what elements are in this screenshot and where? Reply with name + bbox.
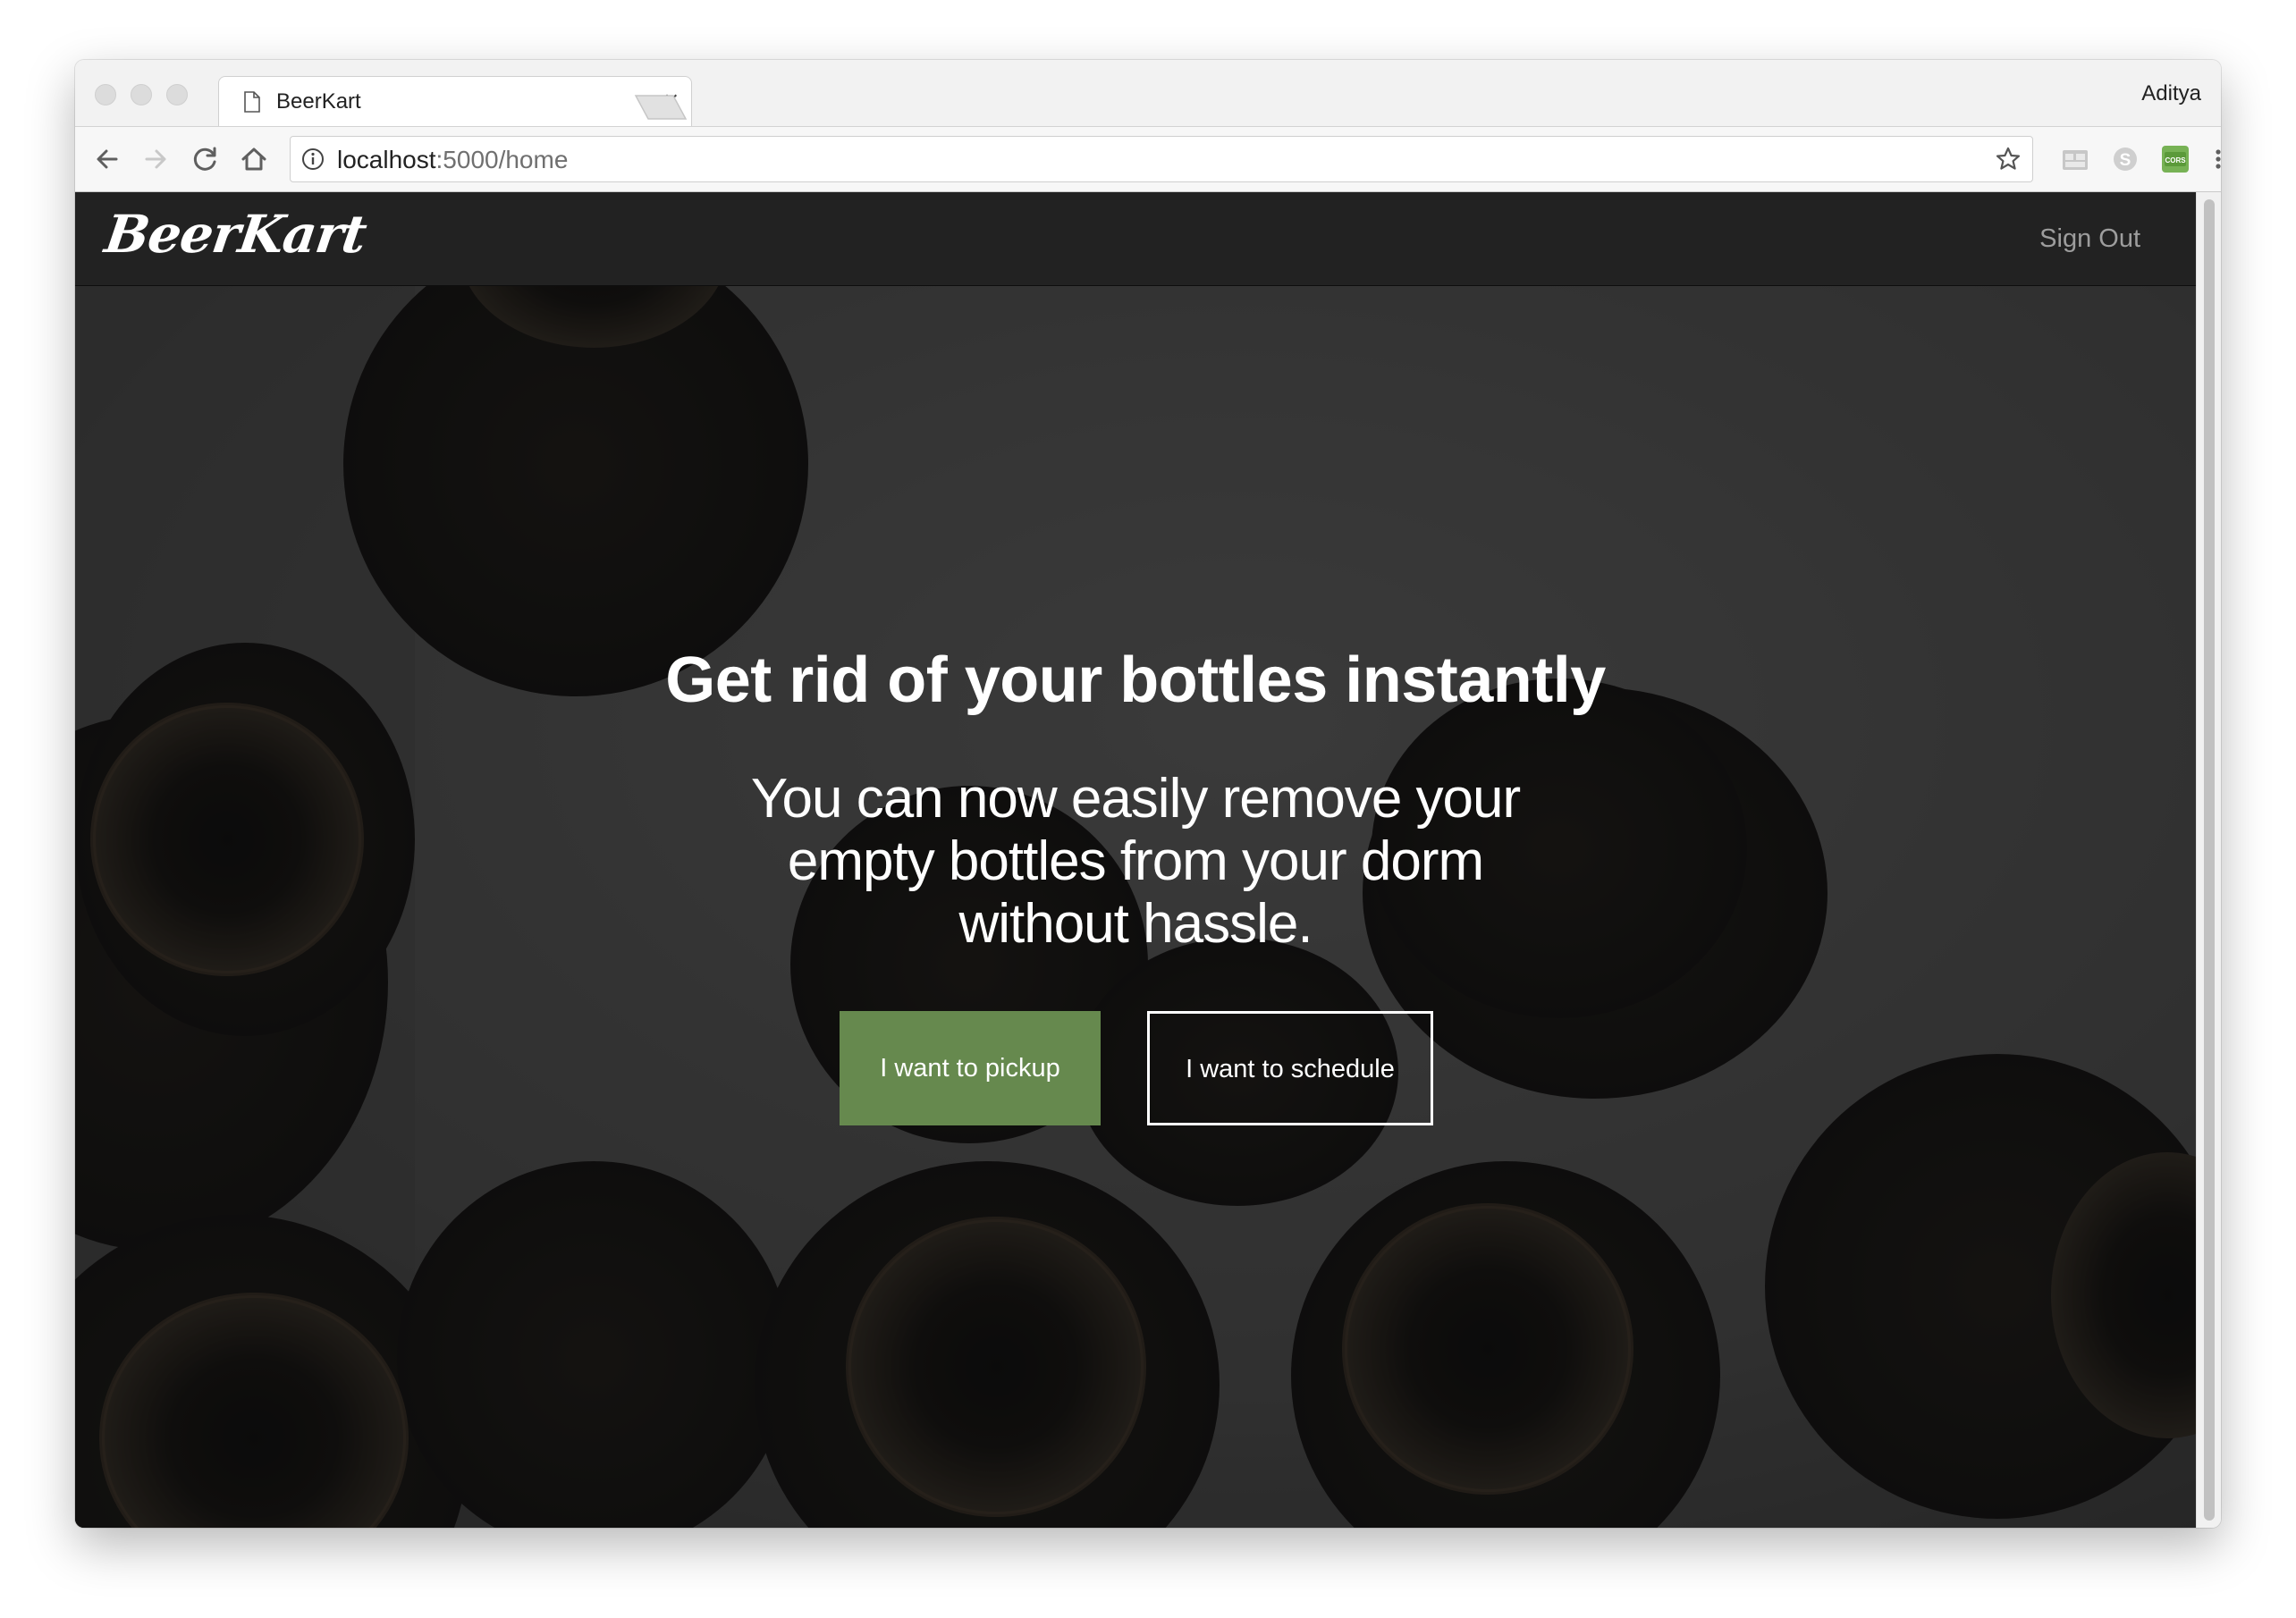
home-icon[interactable] <box>238 143 270 175</box>
brand-logo[interactable]: BeerKart <box>101 203 370 265</box>
page-viewport: BeerKart Sign Out Get rid of your bottle… <box>75 192 2196 1528</box>
page-scrollbar[interactable] <box>2196 192 2221 1528</box>
browser-window: BeerKart × Aditya localhost: <box>75 60 2221 1528</box>
url-text[interactable]: localhost:5000/home <box>337 147 568 173</box>
forward-arrow-icon[interactable] <box>139 143 172 175</box>
extension-grid-icon[interactable] <box>2061 145 2089 173</box>
url-path: :5000/home <box>435 146 569 173</box>
hero-section: Get rid of your bottles instantly You ca… <box>75 285 2196 1528</box>
more-vertical-icon[interactable] <box>2213 145 2221 173</box>
back-arrow-icon[interactable] <box>91 143 123 175</box>
tab-strip: BeerKart × Aditya <box>75 60 2221 126</box>
svg-text:S: S <box>2120 151 2131 170</box>
minimize-window-button[interactable] <box>131 84 152 105</box>
hero-subtitle: You can now easily remove your empty bot… <box>750 768 1521 955</box>
zoom-window-button[interactable] <box>166 84 188 105</box>
reload-icon[interactable] <box>190 143 222 175</box>
url-host: localhost <box>337 146 436 173</box>
address-bar[interactable]: localhost:5000/home <box>290 136 2033 182</box>
schedule-button[interactable]: I want to schedule <box>1147 1011 1433 1125</box>
hero-title: Get rid of your bottles instantly <box>665 645 1606 716</box>
cors-extension-label: CORS <box>2165 156 2186 164</box>
tab-beerkart[interactable]: BeerKart × <box>218 76 692 126</box>
browser-toolbar: localhost:5000/home S CORS <box>75 126 2221 192</box>
site-navbar: BeerKart Sign Out <box>75 192 2196 286</box>
page-icon <box>244 91 260 113</box>
pickup-button[interactable]: I want to pickup <box>840 1011 1101 1125</box>
sign-out-link[interactable]: Sign Out <box>2039 223 2140 255</box>
info-icon[interactable] <box>301 147 325 171</box>
new-tab-button[interactable] <box>634 92 688 121</box>
close-window-button[interactable] <box>95 84 116 105</box>
tab-title: BeerKart <box>276 89 361 114</box>
skype-extension-icon[interactable]: S <box>2111 145 2140 173</box>
scrollbar-thumb[interactable] <box>2204 199 2215 1521</box>
bookmark-star-icon[interactable] <box>1995 146 2022 173</box>
cors-extension-icon[interactable]: CORS <box>2161 145 2190 173</box>
profile-name[interactable]: Aditya <box>2141 81 2201 106</box>
